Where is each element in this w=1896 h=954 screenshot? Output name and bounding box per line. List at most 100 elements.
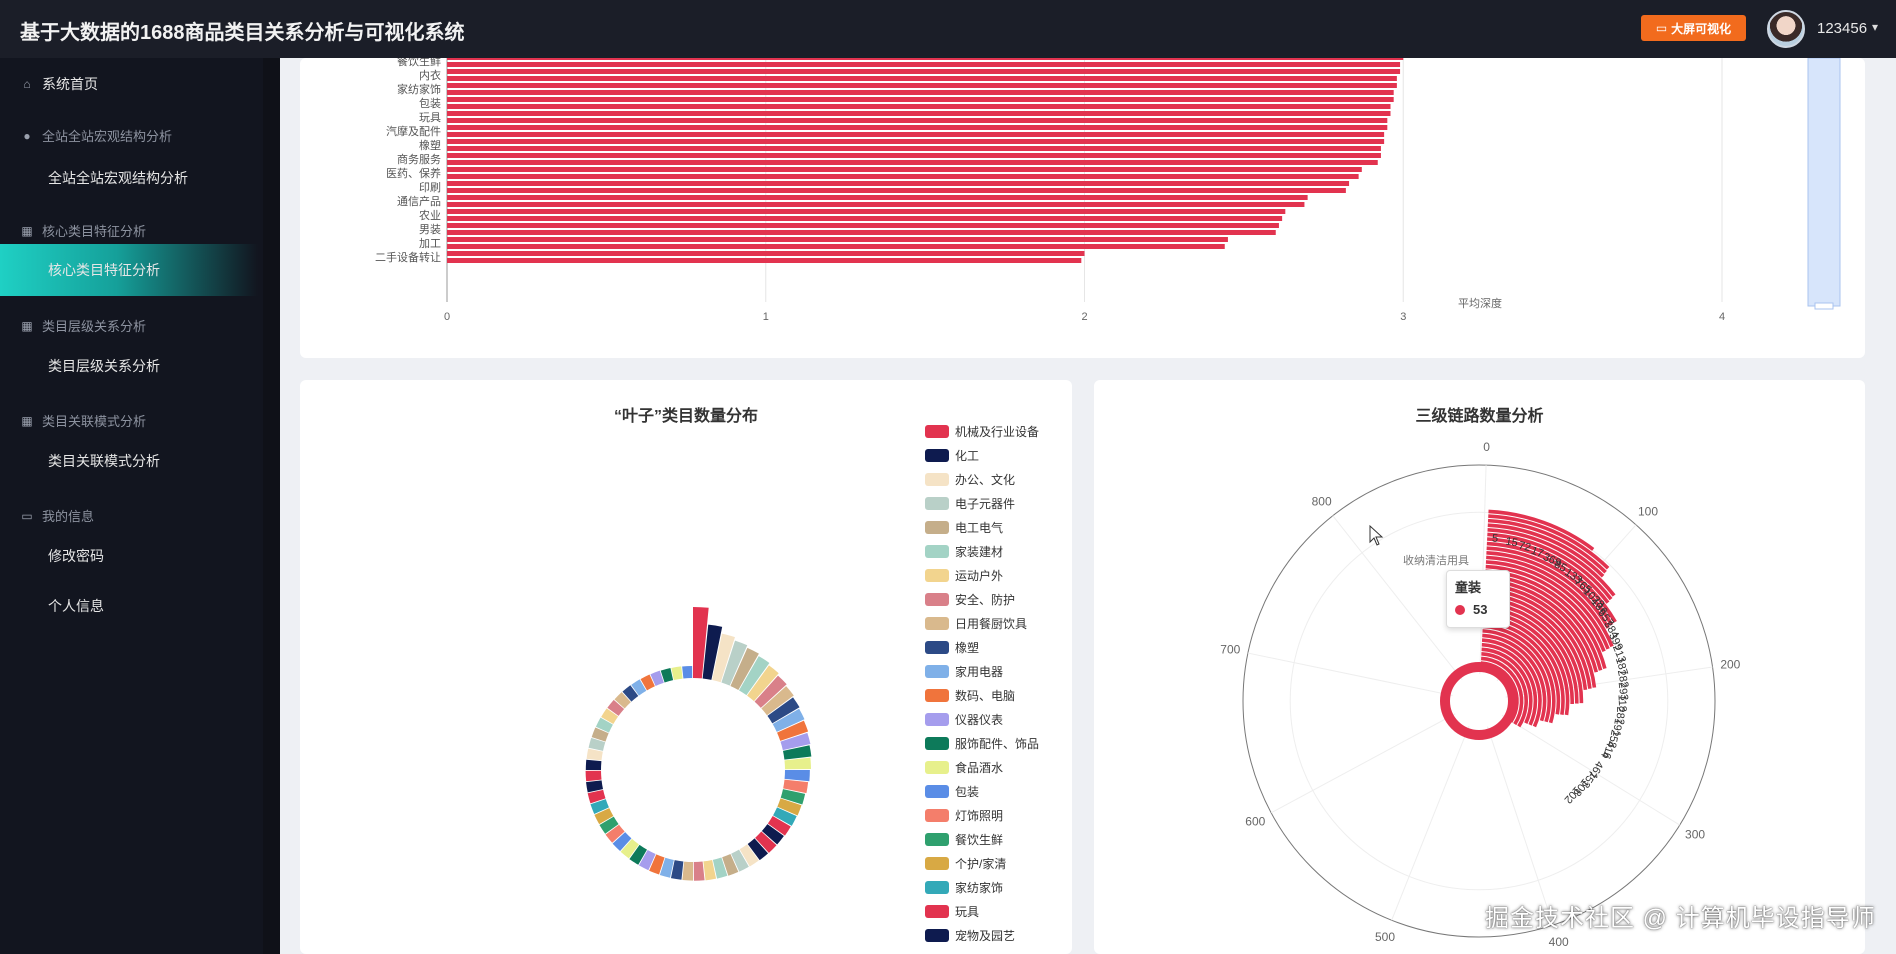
rose-slice <box>682 861 693 881</box>
rose-slice <box>693 861 705 881</box>
y-tick-label: 男装 <box>419 223 441 236</box>
rose-slice <box>585 759 602 770</box>
home-icon: ⌂ <box>23 77 31 91</box>
legend-item[interactable]: 橡塑 <box>925 639 979 656</box>
bar <box>447 230 1276 235</box>
legend-item[interactable]: 食品酒水 <box>925 759 1003 776</box>
legend-swatch <box>925 737 949 750</box>
angle-tick-label: 500 <box>1375 930 1395 944</box>
y-tick-label: 橡塑 <box>419 138 441 152</box>
sidebar-group-core: ▦ 核心类目特征分析 <box>21 223 147 240</box>
angle-tick-label: 800 <box>1312 495 1332 509</box>
legend-item[interactable]: 电工电气 <box>925 519 1003 536</box>
bar <box>447 153 1381 158</box>
angle-tick-label: 200 <box>1720 657 1740 671</box>
legend-item[interactable]: 家用电器 <box>925 663 1003 680</box>
bar <box>447 139 1385 144</box>
bar <box>447 223 1279 228</box>
legend-item[interactable]: 运动户外 <box>925 567 1003 584</box>
legend-swatch <box>925 809 949 822</box>
y-tick-label: 印刷 <box>419 181 441 194</box>
x-tick-label: 3 <box>1400 311 1406 323</box>
rose-slice <box>682 665 693 679</box>
legend-label: 家用电器 <box>955 665 1004 679</box>
sidebar-item-change-password[interactable]: 修改密码 <box>0 534 258 578</box>
x-tick-label: 2 <box>1081 311 1087 323</box>
legend-label: 灯饰照明 <box>955 809 1004 823</box>
legend-item[interactable]: 机械及行业设备 <box>925 423 1039 440</box>
legend-swatch <box>925 425 949 438</box>
legend-label: 食品酒水 <box>955 761 1004 775</box>
tooltip-name: 童装 <box>1455 580 1482 595</box>
legend-item[interactable]: 服饰配件、饰品 <box>925 735 1039 752</box>
legend-item[interactable]: 餐饮生鲜 <box>925 831 1003 848</box>
sidebar-item-home[interactable]: ⌂ 系统首页 <box>0 62 258 106</box>
sidebar-item-association[interactable]: 类目关联模式分析 <box>0 439 258 483</box>
legend-item[interactable]: 安全、防护 <box>925 591 1015 608</box>
legend-label: 宠物及园艺 <box>955 929 1016 943</box>
avatar[interactable] <box>1767 10 1805 48</box>
watermark: 掘金技术社区 @ 计算机毕设指导师 <box>1485 905 1876 932</box>
bar-value-label: 15 <box>1505 535 1519 549</box>
legend-label: 安全、防护 <box>955 593 1016 607</box>
polar-center <box>1452 674 1506 728</box>
legend-item[interactable]: 家装建材 <box>925 543 1003 560</box>
bigscreen-label: 大屏可视化 <box>1671 21 1732 36</box>
sidebar-item-profile[interactable]: 个人信息 <box>0 584 258 628</box>
chart-tooltip: 童装 53 <box>1446 570 1510 628</box>
legend-label: 日用餐厨饮具 <box>955 617 1028 631</box>
angle-tick-label: 400 <box>1549 935 1569 949</box>
legend-swatch <box>925 617 949 630</box>
bar <box>447 132 1385 137</box>
legend-item[interactable]: 日用餐厨饮具 <box>925 615 1027 632</box>
legend-label: 家纺家饰 <box>955 881 1004 895</box>
sidebar-item-label: 系统首页 <box>42 76 98 92</box>
grid-icon: ▦ <box>21 318 33 333</box>
bar <box>447 244 1225 249</box>
bar <box>447 104 1391 109</box>
legend-swatch <box>925 521 949 534</box>
average-depth-chart: 0 1 2 3 4 餐饮生鲜内衣家纺家饰包装玩具汽摩及配件橡塑商务服务医药、保养印刷通信产… <box>375 58 1841 323</box>
legend-item[interactable]: 个护/家清 <box>925 855 1006 872</box>
sidebar-item-hierarchy[interactable]: 类目层级关系分析 <box>0 344 258 388</box>
legend-handle <box>1814 302 1834 310</box>
legend-label: 化工 <box>955 449 980 463</box>
legend-item[interactable]: 宠物及园艺 <box>925 927 1015 944</box>
legend-label: 橡塑 <box>955 641 980 655</box>
bigscreen-button[interactable]: ▭ 大屏可视化 <box>1641 15 1746 41</box>
legend-swatch <box>925 569 949 582</box>
tooltip-value: 53 <box>1473 602 1488 617</box>
legend-label: 个护/家清 <box>955 857 1007 871</box>
sidebar-group-hierarchy: ▦ 类目层级关系分析 <box>21 318 147 335</box>
legend-swatch <box>925 713 949 726</box>
legend-swatch <box>925 785 949 798</box>
legend-swatch <box>925 449 949 462</box>
legend-item[interactable]: 仪器仪表 <box>925 711 1003 728</box>
rose-slice <box>585 770 602 782</box>
sidebar-item-core[interactable]: 核心类目特征分析 <box>0 244 258 296</box>
x-tick-label: 0 <box>444 311 450 323</box>
bar <box>447 195 1308 200</box>
y-tick-label: 商务服务 <box>397 152 441 166</box>
legend-swatch <box>1807 58 1841 307</box>
legend-label: 服饰配件、饰品 <box>955 737 1040 751</box>
bar <box>447 62 1401 67</box>
legend-item[interactable]: 电子元器件 <box>925 495 1015 512</box>
chevron-down-icon[interactable]: ▾ <box>1872 20 1878 34</box>
sidebar-scrollbar[interactable] <box>263 58 280 954</box>
legend-item[interactable]: 化工 <box>925 447 979 464</box>
legend-item[interactable]: 家纺家饰 <box>925 879 1003 896</box>
legend-item[interactable]: 办公、文化 <box>925 471 1015 488</box>
legend-item[interactable]: 灯饰照明 <box>925 807 1003 824</box>
legend-item[interactable]: 数码、电脑 <box>925 687 1015 704</box>
sidebar-group-macro: ● 全站全站宏观结构分析 <box>20 126 172 145</box>
legend-item[interactable]: 玩具 <box>925 903 979 920</box>
monitor-icon: ▭ <box>1655 21 1668 35</box>
highlight-label: 收纳清洁用具 <box>1403 553 1469 567</box>
bar <box>447 58 1404 60</box>
legend-item[interactable]: 包装 <box>925 783 979 800</box>
sidebar-item-macro[interactable]: 全站全站宏观结构分析 <box>0 156 258 200</box>
bar <box>447 251 1085 256</box>
username[interactable]: 123456 <box>1817 20 1867 37</box>
top-bar: 基于大数据的1688商品类目关系分析与可视化系统 ▭ 大屏可视化 123456 … <box>0 0 1896 58</box>
